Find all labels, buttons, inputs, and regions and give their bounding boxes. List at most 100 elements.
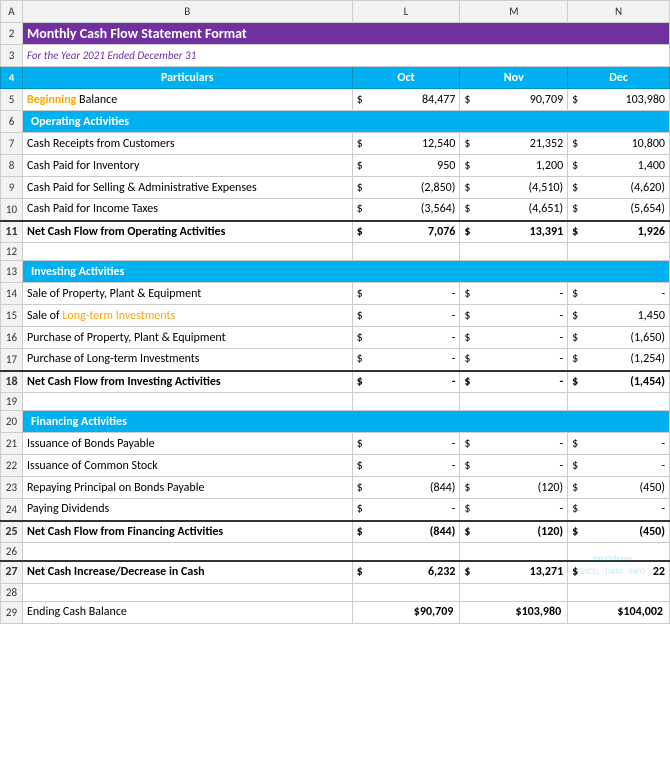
col-header-a: A: [1, 1, 23, 23]
issuance-stock-label: Issuance of Common Stock: [22, 455, 352, 477]
oct-header: Oct: [352, 67, 460, 89]
cash-receipts-oct: $12,540: [352, 133, 460, 155]
row-num-23: 23: [1, 477, 23, 499]
investing-activities-header: Investing Activities: [22, 261, 669, 283]
col-header-b: B: [22, 1, 352, 23]
table-row: 23 Repaying Principal on Bonds Payable $…: [1, 477, 670, 499]
sale-investments-oct: $-: [352, 305, 460, 327]
paying-dividends-dec: $-: [568, 499, 670, 521]
sale-investments-dec: $1,450: [568, 305, 670, 327]
table-row: 9 Cash Paid for Selling & Administrative…: [1, 177, 670, 199]
beginning-balance-nov: $90,709: [460, 89, 568, 111]
purchase-investments-oct: $-: [352, 349, 460, 371]
cash-paid-selling-dec: $(4,620): [568, 177, 670, 199]
row-num-20: 20: [1, 411, 23, 433]
financing-activities-header: Financing Activities: [22, 411, 669, 433]
title-row: 2 Monthly Cash Flow Statement Format: [1, 23, 670, 45]
issuance-stock-nov: $-: [460, 455, 568, 477]
row-num-9: 9: [1, 177, 23, 199]
row-num-28: 28: [1, 583, 23, 601]
paying-dividends-label: Paying Dividends: [22, 499, 352, 521]
beginning-balance-oct: $84,477: [352, 89, 460, 111]
net-operating-label: Net Cash Flow from Operating Activities: [22, 221, 352, 243]
table-row: 16 Purchase of Property, Plant & Equipme…: [1, 327, 670, 349]
issuance-stock-dec: $-: [568, 455, 670, 477]
row-num-26: 26: [1, 543, 23, 562]
repaying-bonds-label: Repaying Principal on Bonds Payable: [22, 477, 352, 499]
row-num-17: 17: [1, 349, 23, 371]
cash-paid-inventory-nov: $1,200: [460, 155, 568, 177]
spreadsheet-title: Monthly Cash Flow Statement Format: [22, 23, 669, 45]
row-num-7: 7: [1, 133, 23, 155]
table-row: 7 Cash Receipts from Customers $12,540 $…: [1, 133, 670, 155]
financing-activities-section: 20 Financing Activities: [1, 411, 670, 433]
cash-paid-inventory-dec: $1,400: [568, 155, 670, 177]
empty-row-28: 28: [1, 583, 670, 601]
cash-paid-inventory-label: Cash Paid for Inventory: [22, 155, 352, 177]
net-financing-label: Net Cash Flow from Financing Activities: [22, 521, 352, 543]
net-financing-dec: $(450): [568, 521, 670, 543]
row-num-6: 6: [1, 111, 23, 133]
net-operating-nov: $13,391: [460, 221, 568, 243]
sale-property-nov: $-: [460, 283, 568, 305]
net-investing-nov: $-: [460, 371, 568, 393]
sale-investments-nov: $-: [460, 305, 568, 327]
row-num-13: 13: [1, 261, 23, 283]
repaying-bonds-oct: $(844): [352, 477, 460, 499]
issuance-stock-oct: $-: [352, 455, 460, 477]
sale-property-oct: $-: [352, 283, 460, 305]
table-row: 17 Purchase of Long-term Investments $- …: [1, 349, 670, 371]
net-financing-oct: $(844): [352, 521, 460, 543]
cash-paid-taxes-oct: $(3,564): [352, 199, 460, 221]
purchase-property-oct: $-: [352, 327, 460, 349]
net-cash-row: 27 Net Cash Increase/Decrease in Cash $6…: [1, 561, 670, 583]
col-header-n: N: [568, 1, 670, 23]
column-header-row: A B L M N: [1, 1, 670, 23]
table-row: 14 Sale of Property, Plant & Equipment $…: [1, 283, 670, 305]
row-num-3: 3: [1, 45, 23, 67]
row-num-15: 15: [1, 305, 23, 327]
purchase-investments-nov: $-: [460, 349, 568, 371]
net-operating-oct: $7,076: [352, 221, 460, 243]
issuance-bonds-oct: $-: [352, 433, 460, 455]
net-financing-nov: $(120): [460, 521, 568, 543]
row-num-12: 12: [1, 243, 23, 261]
row-num-21: 21: [1, 433, 23, 455]
ending-balance-row: 29 Ending Cash Balance $90,709 $103,980 …: [1, 601, 670, 623]
beginning-balance-label: Beginning Balance: [22, 89, 352, 111]
cash-paid-taxes-label: Cash Paid for Income Taxes: [22, 199, 352, 221]
col-header-l: L: [352, 1, 460, 23]
sale-investments-label: Sale of Long-term Investments: [22, 305, 352, 327]
operating-activities-section: 6 Operating Activities: [1, 111, 670, 133]
repaying-bonds-dec: $(450): [568, 477, 670, 499]
dec-header: Dec: [568, 67, 670, 89]
table-row: 24 Paying Dividends $- $- $-: [1, 499, 670, 521]
ending-balance-nov: $103,980: [460, 601, 568, 623]
spreadsheet-subtitle: For the Year 2021 Ended December 31: [22, 45, 669, 67]
investing-activities-section: 13 Investing Activities: [1, 261, 670, 283]
cash-paid-selling-label: Cash Paid for Selling & Administrative E…: [22, 177, 352, 199]
particulars-header: Particulars: [22, 67, 352, 89]
row-num-24: 24: [1, 499, 23, 521]
purchase-investments-dec: $(1,254): [568, 349, 670, 371]
empty-row-26: 26: [1, 543, 670, 562]
row-num-18: 18: [1, 371, 23, 393]
cash-receipts-nov: $21,352: [460, 133, 568, 155]
row-num-5: 5: [1, 89, 23, 111]
row-num-22: 22: [1, 455, 23, 477]
ending-balance-oct: $90,709: [352, 601, 460, 623]
net-cash-label: Net Cash Increase/Decrease in Cash: [22, 561, 352, 583]
purchase-property-label: Purchase of Property, Plant & Equipment: [22, 327, 352, 349]
row-num-8: 8: [1, 155, 23, 177]
cash-receipts-dec: $10,800: [568, 133, 670, 155]
row-num-2: 2: [1, 23, 23, 45]
table-row: 15 Sale of Long-term Investments $- $- $…: [1, 305, 670, 327]
net-operating-dec: $1,926: [568, 221, 670, 243]
row-num-11: 11: [1, 221, 23, 243]
operating-activities-header: Operating Activities: [22, 111, 669, 133]
sale-property-dec: $-: [568, 283, 670, 305]
cash-paid-inventory-oct: $950: [352, 155, 460, 177]
sale-property-label: Sale of Property, Plant & Equipment: [22, 283, 352, 305]
net-cash-oct: $6,232: [352, 561, 460, 583]
watermark: exceldemyEXCEL · DATA · INFO: [580, 553, 645, 578]
